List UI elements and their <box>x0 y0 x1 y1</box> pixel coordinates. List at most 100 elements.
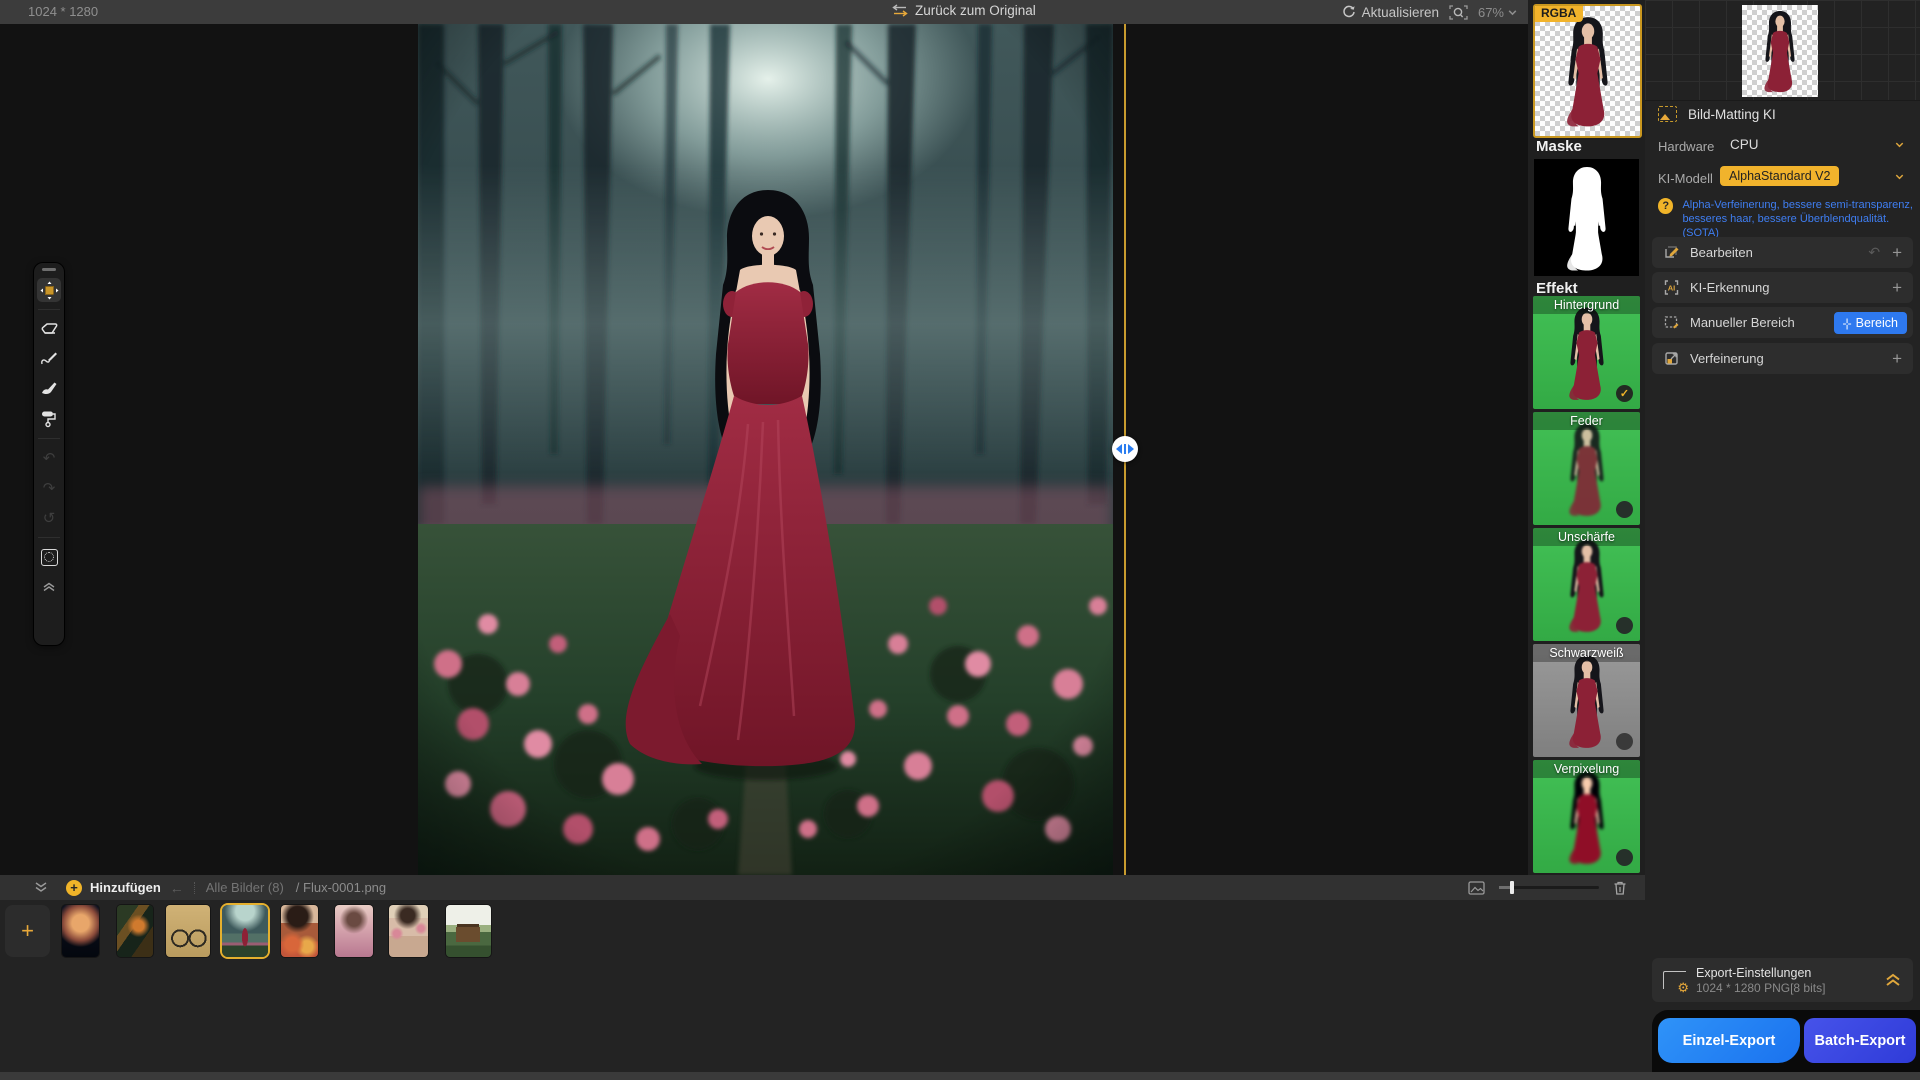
section-bearbeiten[interactable]: Bearbeiten ↶ + <box>1652 237 1913 268</box>
image-matting-icon <box>1658 106 1677 122</box>
mask-thumbnail[interactable] <box>1534 159 1639 276</box>
model-info-row: ? Alpha-Verfeinerung, bessere semi-trans… <box>1658 198 1920 240</box>
status-bar <box>0 1072 1920 1080</box>
section-ki-erkennung[interactable]: AI KI-Erkennung + <box>1652 272 1913 303</box>
effect-schwarzweiss[interactable]: Schwarzweiß <box>1533 644 1640 757</box>
app-window: 1024 * 1280 Zurück zum Original Aktualis… <box>0 0 1920 1080</box>
refresh-button[interactable]: Aktualisieren <box>1342 5 1439 20</box>
undo-icon: ↶ <box>43 451 56 466</box>
effect-label: Hintergrund <box>1533 296 1640 314</box>
filmstrip-area: + <box>0 900 1645 1072</box>
svg-text:AI: AI <box>1668 284 1676 293</box>
split-arrow-right-icon <box>1128 444 1134 454</box>
help-icon[interactable]: ? <box>1658 198 1673 214</box>
chevron-double-up-icon[interactable] <box>1885 973 1901 987</box>
rgba-channel-thumbnail[interactable]: RGBA <box>1533 4 1642 138</box>
effect-unschaerfe[interactable]: Unschärfe <box>1533 528 1640 641</box>
reset-rotate-button[interactable]: ↺ <box>37 506 61 530</box>
thumbnail-woman-floral[interactable] <box>389 905 428 957</box>
current-file-name: / Flux-0001.png <box>296 880 386 895</box>
roller-tool-button[interactable] <box>37 407 61 431</box>
matting-title: Bild-Matting KI <box>1688 107 1776 122</box>
bereich-button[interactable]: -¦- Bereich <box>1834 312 1908 334</box>
refresh-icon <box>1342 5 1356 19</box>
effect-indicator[interactable] <box>1616 733 1633 750</box>
thumbnail-woman-red-dress-selected[interactable] <box>222 905 268 957</box>
export-settings-title: Export-Einstellungen <box>1696 966 1825 980</box>
eraser-icon <box>41 322 58 337</box>
hardware-label: Hardware <box>1658 139 1714 154</box>
thumbnail-size-icon <box>1468 881 1485 895</box>
cutout-figure <box>1751 8 1809 95</box>
export-format-info: 1024 * 1280 PNG[8 bits] <box>1696 981 1825 995</box>
effect-indicator[interactable] <box>1616 849 1633 866</box>
magnifier-icon[interactable] <box>1449 4 1468 21</box>
eraser-tool-button[interactable] <box>37 317 61 341</box>
tool-palette: ↶ ↷ ↺ <box>34 263 64 645</box>
expand-plus-icon[interactable]: + <box>1892 278 1902 298</box>
thumbnail-jellyfish[interactable] <box>62 905 99 957</box>
thumbnail-woman-pink-blur[interactable] <box>335 905 373 957</box>
thumbnail-country-house[interactable] <box>446 905 491 957</box>
section-manueller-bereich[interactable]: Manueller Bereich -¦- Bereich <box>1652 307 1913 338</box>
back-arrow-icon[interactable]: ← <box>170 880 184 896</box>
move-tool-button[interactable] <box>37 278 61 302</box>
expand-plus-icon[interactable]: + <box>1892 349 1902 369</box>
brush-tool-button[interactable] <box>37 377 61 401</box>
hardware-dropdown[interactable]: CPU <box>1730 137 1905 152</box>
undo-button[interactable]: ↶ <box>37 446 61 470</box>
thumbnail-woman-orange-flowers[interactable] <box>281 905 318 957</box>
toolbar-drag-handle[interactable] <box>42 268 56 271</box>
mask-section-label: Maske <box>1536 138 1582 155</box>
chevron-down-icon <box>1507 7 1518 18</box>
toolbar-divider <box>38 438 60 439</box>
compare-split-handle[interactable] <box>1112 436 1138 462</box>
expand-plus-icon[interactable]: + <box>1892 243 1902 263</box>
move-tool-icon <box>40 281 59 300</box>
split-bar-icon <box>1124 444 1126 454</box>
add-images-button[interactable]: + Hinzufügen <box>66 880 161 896</box>
single-export-button[interactable]: Einzel-Export <box>1658 1018 1800 1063</box>
slider-handle[interactable] <box>1510 881 1514 894</box>
section-undo-icon[interactable]: ↶ <box>1868 244 1880 261</box>
effect-hintergrund[interactable]: Hintergrund ✓ <box>1533 296 1640 409</box>
export-settings-card[interactable]: ⚙ Export-Einstellungen 1024 * 1280 PNG[8… <box>1652 958 1913 1002</box>
chevron-double-down-icon[interactable] <box>34 882 48 893</box>
channel-effect-strip: RGBA Maske Effekt Hintergrund ✓ Feder <box>1528 0 1645 875</box>
image-canvas[interactable]: ↶ ↷ ↺ <box>0 24 1528 875</box>
brush-icon <box>40 381 58 397</box>
main-image <box>418 24 1113 875</box>
batch-export-button[interactable]: Batch-Export <box>1804 1018 1916 1063</box>
selection-preview-button[interactable] <box>37 545 61 569</box>
chevron-double-up-icon <box>43 582 55 592</box>
redo-button[interactable]: ↷ <box>37 476 61 500</box>
model-dropdown[interactable]: AlphaStandard V2 <box>1720 166 1905 186</box>
result-preview-thumbnail[interactable] <box>1742 5 1818 97</box>
effect-verpixelung[interactable]: Verpixelung <box>1533 760 1640 873</box>
thumbnail-koi-leaves[interactable] <box>117 905 153 957</box>
effect-label: Unschärfe <box>1533 528 1640 546</box>
collapse-toolbar-button[interactable] <box>37 575 61 599</box>
add-image-tile[interactable]: + <box>5 905 50 957</box>
effect-feder[interactable]: Feder <box>1533 412 1640 525</box>
effect-indicator[interactable] <box>1616 617 1633 634</box>
effect-indicator[interactable] <box>1616 501 1633 518</box>
effect-section-label: Effekt <box>1536 280 1578 297</box>
zoom-level-dropdown[interactable]: 67% <box>1478 5 1518 20</box>
chevron-down-icon <box>1894 139 1905 150</box>
effect-selected-check[interactable]: ✓ <box>1616 385 1633 402</box>
thumbnail-bicycle[interactable] <box>166 905 210 957</box>
back-to-original-button[interactable]: Zurück zum Original <box>892 3 1036 18</box>
crosshair-icon: -¦- <box>1843 316 1851 330</box>
back-to-original-label: Zurück zum Original <box>915 3 1036 18</box>
effect-label: Verpixelung <box>1533 760 1640 778</box>
mask-figure <box>1550 162 1624 273</box>
section-verfeinerung[interactable]: Verfeinerung + <box>1652 343 1913 374</box>
pencil-tool-button[interactable] <box>37 347 61 371</box>
pencil-icon <box>40 351 58 367</box>
thumbnail-size-slider[interactable] <box>1499 886 1599 889</box>
zoom-level-value: 67% <box>1478 5 1504 20</box>
model-value-pill: AlphaStandard V2 <box>1720 166 1839 186</box>
result-preview-area <box>1645 0 1920 101</box>
trash-icon[interactable] <box>1613 880 1627 896</box>
